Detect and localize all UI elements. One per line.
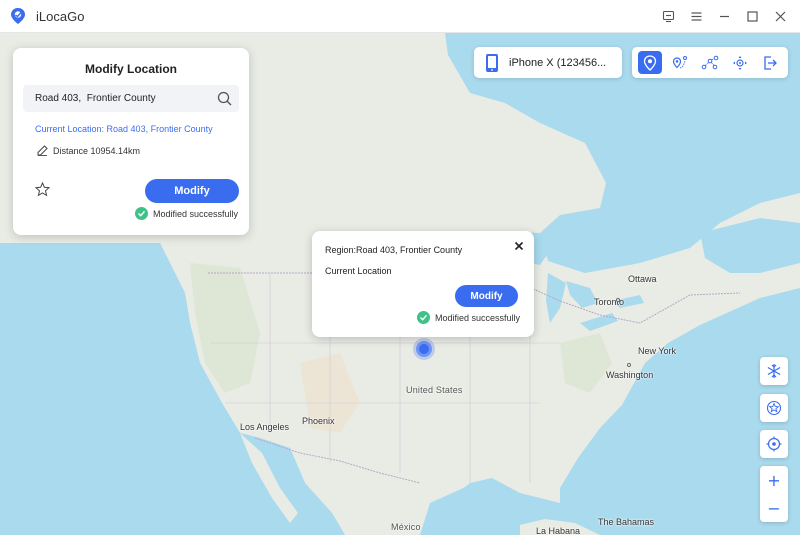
- success-message: Modified successfully: [135, 207, 238, 220]
- joystick-mode-icon[interactable]: [728, 51, 752, 74]
- map-label-la-habana: La Habana: [536, 526, 581, 535]
- freeze-icon[interactable]: [760, 357, 788, 385]
- minimize-icon[interactable]: [710, 5, 738, 29]
- popup-subtitle: Current Location: [325, 266, 392, 276]
- current-location-text: Current Location: Road 403, Frontier Cou…: [35, 124, 213, 134]
- zoom-out-button[interactable]: −: [760, 494, 788, 522]
- map-label-ottawa: Ottawa: [628, 274, 657, 284]
- favorites-icon[interactable]: [760, 394, 788, 422]
- zoom-controls: + −: [760, 466, 788, 522]
- modify-button[interactable]: Modify: [145, 179, 239, 203]
- search-box: [23, 85, 239, 112]
- check-icon: [417, 311, 430, 324]
- map-label-united-states: United States: [406, 385, 463, 395]
- popup-modify-button[interactable]: Modify: [455, 285, 518, 307]
- locate-icon[interactable]: [760, 430, 788, 458]
- map-label-new-york: New York: [638, 346, 677, 356]
- city-dot-toronto: [616, 298, 620, 302]
- location-pin-icon[interactable]: [416, 341, 432, 357]
- ruler-icon: [37, 145, 48, 156]
- star-icon[interactable]: [35, 182, 50, 197]
- popup-success-text: Modified successfully: [435, 312, 521, 323]
- maximize-icon[interactable]: [738, 5, 766, 29]
- popup-success-message: Modified successfully: [417, 311, 520, 324]
- map-label-mexico: México: [391, 522, 421, 532]
- location-popup: Region:Road 403, Frontier County Current…: [312, 231, 534, 337]
- city-dot-washington: [627, 363, 631, 367]
- mode-toolbar: [632, 47, 788, 78]
- modify-location-panel: Modify Location Current Location: Road 4…: [13, 48, 249, 235]
- map-label-washington: Washington: [606, 370, 654, 380]
- phone-icon: [486, 53, 498, 72]
- popup-region-text: Region:Road 403, Frontier County: [325, 245, 463, 255]
- check-icon: [135, 207, 148, 220]
- two-spot-mode-icon[interactable]: [668, 51, 692, 74]
- distance-row: Distance 10954.14km: [37, 145, 140, 156]
- map-label-bahamas: The Bahamas: [598, 517, 655, 527]
- distance-text: Distance 10954.14km: [53, 145, 141, 156]
- location-search-input[interactable]: [35, 90, 210, 107]
- zoom-in-button[interactable]: +: [760, 466, 788, 494]
- menu-icon[interactable]: [682, 5, 710, 29]
- multi-spot-mode-icon[interactable]: [698, 51, 722, 74]
- map-label-los-angeles: Los Angeles: [240, 422, 290, 432]
- exit-icon[interactable]: [758, 51, 782, 74]
- search-icon[interactable]: [217, 91, 232, 106]
- popup-close-icon[interactable]: [513, 240, 525, 252]
- device-label: iPhone X (123456...: [509, 56, 607, 69]
- close-icon[interactable]: [766, 5, 794, 29]
- success-text: Modified successfully: [153, 208, 239, 219]
- app-name: iLocaGo: [36, 8, 85, 24]
- app-logo-icon: [11, 8, 25, 24]
- teleport-mode-icon[interactable]: [638, 51, 662, 74]
- map-label-phoenix: Phoenix: [302, 416, 335, 426]
- title-bar: iLocaGo: [0, 0, 800, 33]
- panel-title: Modify Location: [85, 62, 177, 76]
- device-selector[interactable]: iPhone X (123456...: [474, 47, 622, 78]
- feedback-icon[interactable]: [654, 5, 682, 29]
